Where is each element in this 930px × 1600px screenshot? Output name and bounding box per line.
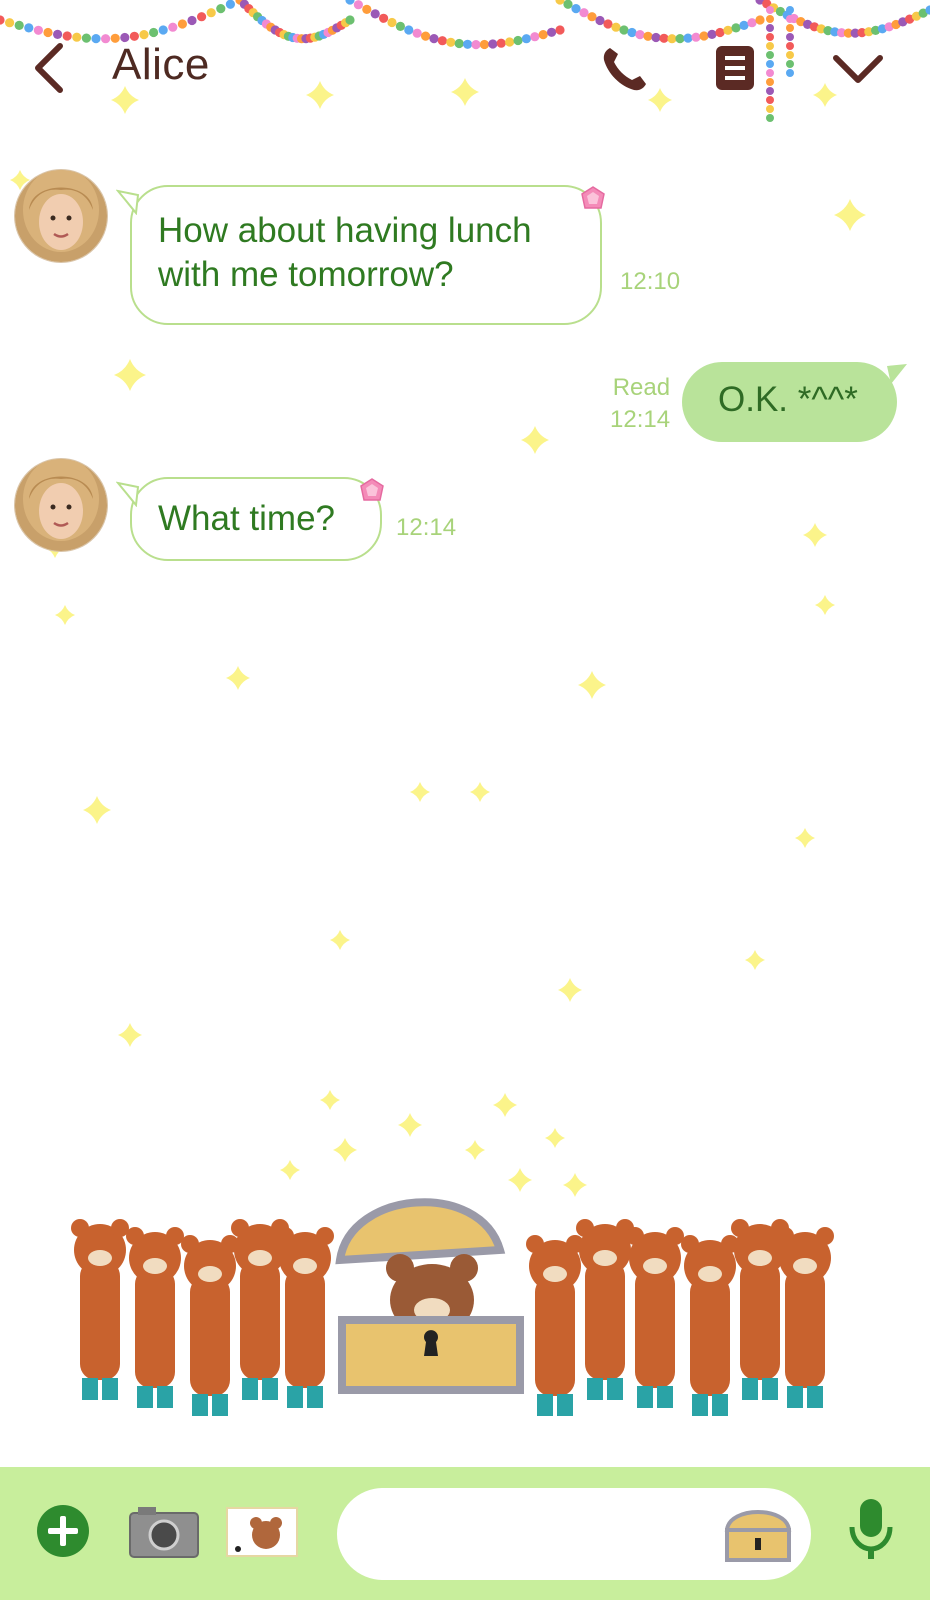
message-time: 12:10 [620,268,681,295]
message-text: What time? [158,499,335,538]
phone-icon[interactable] [600,44,652,94]
avatar[interactable] [15,459,107,551]
sticker-thumbnail-icon[interactable] [226,1507,298,1557]
bears-treasure-illustration [71,1198,834,1416]
message-bubble[interactable]: O.K. *^^* [682,362,907,442]
message-meta: Read 12:14 [610,372,670,436]
message-bubble[interactable]: What time? [116,477,382,561]
chat-title: Alice [112,40,210,89]
treasure-chest-sticker-icon[interactable] [723,1502,793,1564]
message-text: How about having lunch with me tomorrow? [158,211,532,294]
camera-icon[interactable] [128,1505,200,1559]
gem-icon [581,186,605,209]
message-bubble[interactable]: How about having lunch with me tomorrow? [116,185,602,325]
chat-header: Alice [0,0,930,130]
gem-icon [360,478,384,501]
message-input[interactable] [337,1488,811,1580]
bubble-tail [116,481,140,507]
input-bar [0,1467,930,1600]
chevron-down-icon[interactable] [832,52,884,86]
message-text: O.K. *^^* [718,380,858,419]
avatar[interactable] [15,170,107,262]
microphone-icon[interactable] [848,1497,894,1563]
back-arrow-icon[interactable] [30,40,70,96]
bubble-tail [116,189,140,215]
message-time: 12:14 [396,514,457,541]
bubble-tail [887,364,907,384]
menu-list-icon[interactable] [714,44,756,92]
plus-icon[interactable] [36,1504,90,1558]
read-status: Read [612,374,671,401]
message-time: 12:14 [610,406,671,433]
